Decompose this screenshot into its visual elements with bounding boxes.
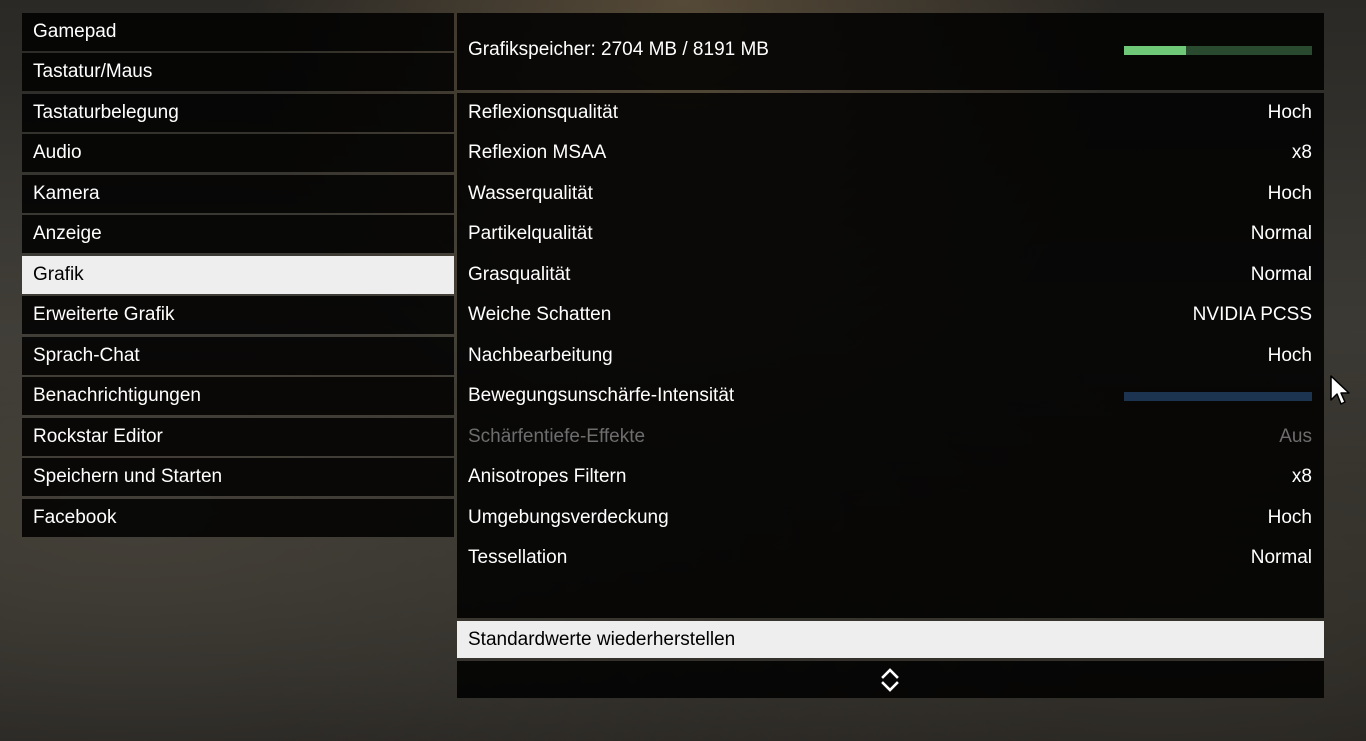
menu-item-kamera[interactable]: Kamera bbox=[22, 175, 454, 213]
up-down-chevron-icon[interactable] bbox=[879, 667, 901, 693]
setting-label: Weiche Schatten bbox=[468, 304, 612, 325]
scroll-bar[interactable] bbox=[457, 661, 1324, 698]
menu-item-speichern-und-starten[interactable]: Speichern und Starten bbox=[22, 458, 454, 496]
setting-value: x8 bbox=[1291, 142, 1312, 163]
menu-item-tastatur-maus[interactable]: Tastatur/Maus bbox=[22, 53, 454, 91]
setting-row-schaerfentiefe: Schärfentiefe-Effekte Aus bbox=[457, 418, 1324, 456]
vram-header: Grafikspeicher: 2704 MB / 8191 MB bbox=[457, 13, 1324, 90]
setting-value: Normal bbox=[1250, 264, 1312, 285]
setting-label: Grasqualität bbox=[468, 264, 571, 285]
menu-item-benachrichtigungen[interactable]: Benachrichtigungen bbox=[22, 377, 454, 415]
setting-row-nachbearbeitung[interactable]: Nachbearbeitung Hoch bbox=[457, 337, 1324, 375]
setting-value: Normal bbox=[1250, 223, 1312, 244]
setting-label: Umgebungsverdeckung bbox=[468, 507, 669, 528]
motion-blur-slider[interactable] bbox=[1124, 392, 1312, 401]
mouse-pointer-icon bbox=[1330, 375, 1350, 405]
menu-item-rockstar-editor[interactable]: Rockstar Editor bbox=[22, 418, 454, 456]
setting-value: Hoch bbox=[1267, 507, 1312, 528]
setting-label: Nachbearbeitung bbox=[468, 345, 613, 366]
vram-usage-bar bbox=[1124, 46, 1312, 55]
setting-label: Reflexion MSAA bbox=[468, 142, 607, 163]
vram-label: Grafikspeicher: 2704 MB / 8191 MB bbox=[468, 39, 769, 60]
setting-row-grasqualitaet[interactable]: Grasqualität Normal bbox=[457, 256, 1324, 294]
setting-row-wasserqualitaet[interactable]: Wasserqualität Hoch bbox=[457, 175, 1324, 213]
setting-value: Normal bbox=[1250, 547, 1312, 568]
menu-item-erweiterte-grafik[interactable]: Erweiterte Grafik bbox=[22, 296, 454, 334]
restore-defaults-label: Standardwerte wiederherstellen bbox=[468, 629, 736, 650]
menu-item-tastaturbelegung[interactable]: Tastaturbelegung bbox=[22, 94, 454, 132]
setting-value: Aus bbox=[1279, 426, 1312, 447]
setting-label: Wasserqualität bbox=[468, 183, 593, 204]
setting-value: Hoch bbox=[1267, 183, 1312, 204]
setting-value: NVIDIA PCSS bbox=[1192, 304, 1312, 325]
setting-row-reflexion-msaa[interactable]: Reflexion MSAA x8 bbox=[457, 134, 1324, 172]
setting-row-partikelqualitaet[interactable]: Partikelqualität Normal bbox=[457, 215, 1324, 253]
menu-item-sprach-chat[interactable]: Sprach-Chat bbox=[22, 337, 454, 375]
setting-label: Anisotropes Filtern bbox=[468, 466, 627, 487]
setting-label: Tessellation bbox=[468, 547, 568, 568]
setting-label: Bewegungsunschärfe-Intensität bbox=[468, 385, 735, 406]
menu-item-gamepad[interactable]: Gamepad bbox=[22, 13, 454, 51]
setting-label: Schärfentiefe-Effekte bbox=[468, 426, 646, 447]
setting-row-tessellation[interactable]: Tessellation Normal bbox=[457, 539, 1324, 577]
setting-row-reflexionsqualitaet[interactable]: Reflexionsqualität Hoch bbox=[457, 94, 1324, 132]
setting-row-anisotropes-filtern[interactable]: Anisotropes Filtern x8 bbox=[457, 458, 1324, 496]
vram-usage-fill bbox=[1124, 46, 1187, 55]
menu-item-audio[interactable]: Audio bbox=[22, 134, 454, 172]
menu-item-facebook[interactable]: Facebook bbox=[22, 499, 454, 537]
setting-value: Hoch bbox=[1267, 345, 1312, 366]
setting-label: Reflexionsqualität bbox=[468, 102, 618, 123]
setting-row-umgebungsverdeckung[interactable]: Umgebungsverdeckung Hoch bbox=[457, 499, 1324, 537]
restore-defaults-button[interactable]: Standardwerte wiederherstellen bbox=[457, 621, 1324, 658]
setting-label: Partikelqualität bbox=[468, 223, 593, 244]
settings-list: Reflexionsqualität Hoch Reflexion MSAA x… bbox=[457, 93, 1324, 618]
setting-row-bewegungsunschaerfe[interactable]: Bewegungsunschärfe-Intensität bbox=[457, 377, 1324, 415]
setting-row-weiche-schatten[interactable]: Weiche Schatten NVIDIA PCSS bbox=[457, 296, 1324, 334]
menu-item-grafik[interactable]: Grafik bbox=[22, 256, 454, 294]
setting-value: Hoch bbox=[1267, 102, 1312, 123]
menu-item-anzeige[interactable]: Anzeige bbox=[22, 215, 454, 253]
setting-value: x8 bbox=[1291, 466, 1312, 487]
